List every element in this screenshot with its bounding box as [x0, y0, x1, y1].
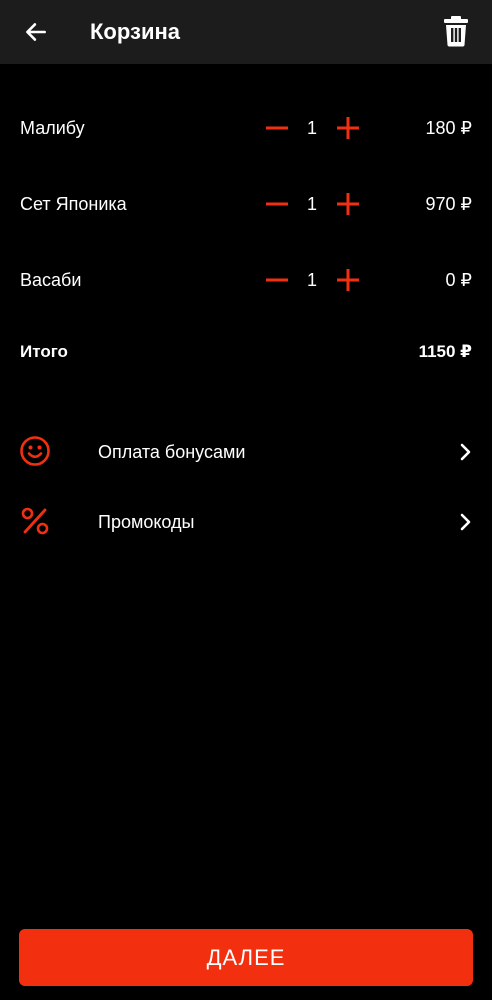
item-name: Малибу — [20, 118, 85, 138]
chevron-right-icon — [456, 510, 476, 534]
option-label: Промокоды — [98, 512, 195, 532]
page-title: Корзина — [90, 19, 180, 44]
clear-cart-button[interactable] — [434, 8, 478, 54]
smiley-icon — [18, 434, 52, 468]
item-price: 970 ₽ — [425, 194, 473, 214]
minus-icon — [266, 126, 288, 130]
cart-list: Малибу 1 180 ₽ Сет Японика 1 970 ₽ Васаб… — [0, 90, 492, 318]
arrow-left-icon — [26, 23, 46, 41]
cart-item: Васаби 1 0 ₽ — [0, 242, 492, 318]
trash-icon — [444, 16, 468, 47]
item-name: Васаби — [20, 270, 82, 290]
next-button[interactable]: ДАЛЕЕ — [19, 929, 473, 986]
increase-qty-button[interactable] — [332, 112, 364, 144]
total-row: Итого 1150 ₽ — [0, 322, 492, 382]
decrease-qty-button[interactable] — [261, 112, 293, 144]
back-button[interactable] — [14, 10, 58, 54]
item-quantity: 1 — [306, 194, 317, 214]
increase-qty-button[interactable] — [332, 264, 364, 296]
increase-qty-button[interactable] — [332, 188, 364, 220]
minus-icon — [266, 278, 288, 282]
plus-icon — [337, 193, 359, 215]
cart-item: Малибу 1 180 ₽ — [0, 90, 492, 166]
app-header: Корзина — [0, 0, 492, 64]
decrease-qty-button[interactable] — [261, 264, 293, 296]
item-price: 0 ₽ — [445, 270, 472, 290]
cart-item: Сет Японика 1 970 ₽ — [0, 166, 492, 242]
chevron-right-icon — [456, 440, 476, 464]
plus-icon — [337, 117, 359, 139]
option-label: Оплата бонусами — [98, 442, 246, 462]
percent-icon — [18, 504, 52, 538]
total-value: 1150 ₽ — [418, 342, 472, 361]
minus-icon — [266, 202, 288, 206]
cart-screen: Корзина Малибу 1 180 ₽ Сет Японика 1 970… — [0, 0, 492, 1000]
item-name: Сет Японика — [20, 194, 127, 214]
promocodes-option[interactable]: Промокоды — [0, 490, 492, 554]
item-quantity: 1 — [306, 118, 317, 138]
item-price: 180 ₽ — [425, 118, 473, 138]
decrease-qty-button[interactable] — [261, 188, 293, 220]
item-quantity: 1 — [306, 270, 317, 290]
plus-icon — [337, 269, 359, 291]
total-label: Итого — [20, 342, 68, 361]
pay-with-bonuses-option[interactable]: Оплата бонусами — [0, 420, 492, 484]
